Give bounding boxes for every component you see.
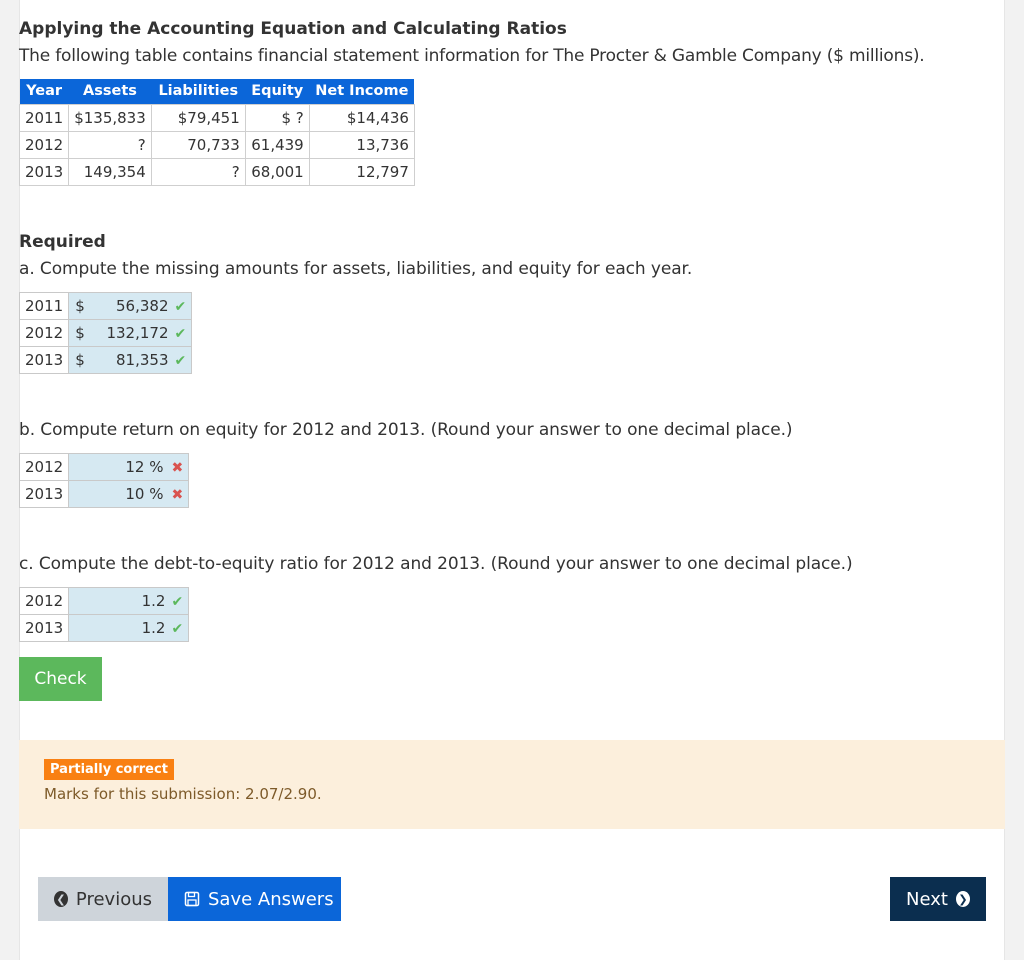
save-floppy-icon <box>184 891 200 907</box>
next-button[interactable]: Next ❯ <box>890 877 986 921</box>
financial-table: Year Assets Liabilities Equity Net Incom… <box>18 79 415 186</box>
chevron-left-circle-icon: ❮ <box>54 891 68 907</box>
cell-assets: 149,354 <box>68 157 152 186</box>
part-b-question: b. Compute return on equity for 2012 and… <box>19 420 793 440</box>
previous-label: Previous <box>75 888 152 910</box>
percent-unit: % <box>149 485 164 503</box>
marks-text: Marks for this submission: 2.07/2.90. <box>44 785 322 803</box>
check-button[interactable]: Check <box>19 657 102 701</box>
answer-value: 1.2 <box>141 592 166 610</box>
answer-value: 56,382 <box>116 297 169 315</box>
cell-net-income: $14,436 <box>308 103 415 132</box>
chevron-right-circle-icon: ❯ <box>955 891 970 907</box>
previous-button[interactable]: ❮ Previous <box>38 877 168 921</box>
answer-year: 2012 <box>18 319 70 347</box>
answer-input[interactable]: 132,172 ✔ <box>89 319 193 347</box>
required-heading: Required <box>19 232 106 252</box>
currency-symbol: $ <box>68 292 90 320</box>
part-c-answer-table: 2012 1.2 ✔ 2013 1.2 ✔ <box>18 587 190 642</box>
part-b-answer-table: 2012 12 % ✖ 2013 10 % ✖ <box>18 453 190 508</box>
answer-year: 2013 <box>18 480 70 508</box>
save-label: Save Answers <box>208 888 334 910</box>
cell-year: 2012 <box>18 130 70 159</box>
answer-year: 2012 <box>18 453 70 481</box>
currency-symbol: $ <box>68 319 90 347</box>
correct-check-icon: ✔ <box>174 353 187 369</box>
answer-input[interactable]: 10 % ✖ <box>68 480 190 508</box>
answer-year: 2011 <box>18 292 70 320</box>
cell-assets: $135,833 <box>68 103 152 132</box>
question-intro: The following table contains financial s… <box>19 46 925 66</box>
cell-equity: $ ? <box>244 103 310 132</box>
answer-value: 132,172 <box>106 324 169 342</box>
table-row: 2012 ? 70,733 61,439 13,736 <box>18 130 415 159</box>
part-a-question: a. Compute the missing amounts for asset… <box>19 259 693 279</box>
cell-liabilities: ? <box>150 157 246 186</box>
cell-net-income: 13,736 <box>308 130 415 159</box>
header-net-income: Net Income <box>309 79 415 104</box>
header-assets: Assets <box>68 79 152 104</box>
next-label: Next <box>906 888 948 910</box>
header-year: Year <box>19 79 69 104</box>
answer-year: 2013 <box>18 614 70 642</box>
answer-year: 2012 <box>18 587 70 615</box>
answer-value: 12 <box>125 458 145 476</box>
answer-row: 2012 $ 132,172 ✔ <box>18 319 193 347</box>
answer-value: 1.2 <box>141 619 166 637</box>
cell-year: 2011 <box>18 103 70 132</box>
part-c-question: c. Compute the debt-to-equity ratio for … <box>19 554 853 574</box>
percent-unit: % <box>149 458 164 476</box>
answer-row: 2011 $ 56,382 ✔ <box>18 292 193 320</box>
answer-input[interactable]: 81,353 ✔ <box>89 346 193 374</box>
status-badge: Partially correct <box>44 759 174 780</box>
answer-input[interactable]: 12 % ✖ <box>68 453 190 481</box>
table-row: 2013 149,354 ? 68,001 12,797 <box>18 157 415 186</box>
question-title: Applying the Accounting Equation and Cal… <box>19 19 567 39</box>
cell-net-income: 12,797 <box>308 157 415 186</box>
answer-row: 2013 1.2 ✔ <box>18 614 190 642</box>
answer-row: 2013 10 % ✖ <box>18 480 190 508</box>
cell-year: 2013 <box>18 157 70 186</box>
incorrect-x-icon: ✖ <box>171 487 184 503</box>
answer-input[interactable]: 56,382 ✔ <box>89 292 193 320</box>
incorrect-x-icon: ✖ <box>171 460 184 476</box>
answer-input[interactable]: 1.2 ✔ <box>68 587 190 615</box>
correct-check-icon: ✔ <box>171 621 184 637</box>
answer-year: 2013 <box>18 346 70 374</box>
answer-row: 2013 $ 81,353 ✔ <box>18 346 193 374</box>
cell-equity: 68,001 <box>244 157 310 186</box>
cell-equity: 61,439 <box>244 130 310 159</box>
correct-check-icon: ✔ <box>174 299 187 315</box>
currency-symbol: $ <box>68 346 90 374</box>
cell-liabilities: 70,733 <box>150 130 246 159</box>
table-header-row: Year Assets Liabilities Equity Net Incom… <box>19 79 415 104</box>
answer-value: 81,353 <box>116 351 169 369</box>
save-answers-button[interactable]: Save Answers <box>168 877 341 921</box>
correct-check-icon: ✔ <box>174 326 187 342</box>
answer-value: 10 <box>125 485 145 503</box>
header-equity: Equity <box>245 79 310 104</box>
feedback-box: Partially correct Marks for this submiss… <box>19 740 1005 829</box>
cell-liabilities: $79,451 <box>150 103 246 132</box>
cell-assets: ? <box>68 130 152 159</box>
table-row: 2011 $135,833 $79,451 $ ? $14,436 <box>18 103 415 132</box>
part-a-answer-table: 2011 $ 56,382 ✔ 2012 $ 132,172 ✔ 2013 $ 81… <box>18 292 193 374</box>
answer-input[interactable]: 1.2 ✔ <box>68 614 190 642</box>
answer-row: 2012 12 % ✖ <box>18 453 190 481</box>
header-liabilities: Liabilities <box>151 79 246 104</box>
answer-row: 2012 1.2 ✔ <box>18 587 190 615</box>
correct-check-icon: ✔ <box>171 594 184 610</box>
